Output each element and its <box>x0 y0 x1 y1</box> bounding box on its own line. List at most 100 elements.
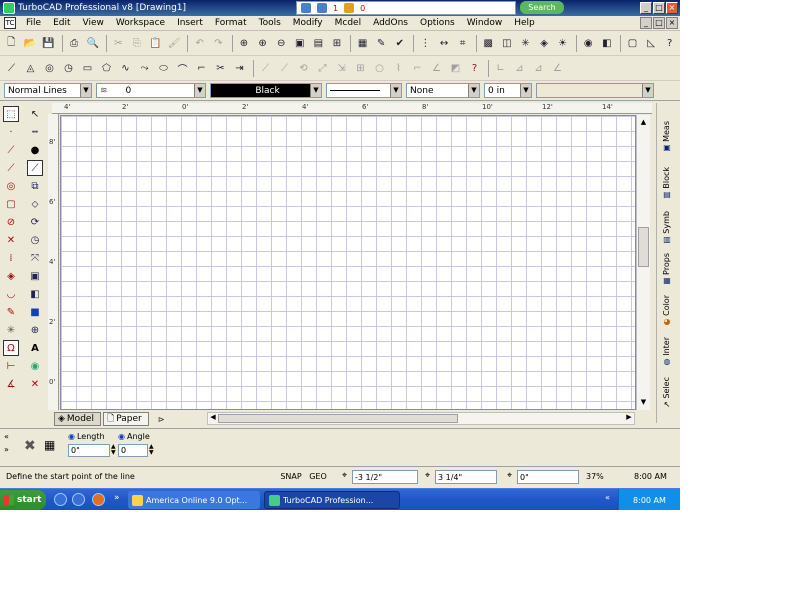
outlook-icon[interactable] <box>72 493 85 506</box>
point-icon[interactable]: · <box>3 124 19 140</box>
menu-window[interactable]: Window <box>461 18 509 28</box>
x-coordinate-field[interactable]: -3 1/2" <box>352 470 418 484</box>
explode-icon[interactable]: ✳ <box>517 35 534 52</box>
view-icon[interactable]: ◧ <box>599 35 616 52</box>
paste-icon[interactable]: 📋 <box>147 35 164 52</box>
edit-icon[interactable]: ✎ <box>3 304 19 320</box>
render-icon[interactable]: ◈ <box>536 35 553 52</box>
copy-icon[interactable]: ⧉ <box>27 178 43 194</box>
node-icon[interactable]: ⬦ <box>27 196 43 212</box>
line-pattern-select[interactable]: ▼ <box>326 83 402 98</box>
cut-icon[interactable]: ✂ <box>110 35 127 52</box>
close-button[interactable]: × <box>666 2 678 14</box>
panel-expand-icon[interactable]: « <box>4 432 9 441</box>
dimension-linear-icon[interactable]: ⊿ <box>530 60 547 77</box>
measure-icon[interactable]: ✕ <box>27 376 43 392</box>
hatch-icon[interactable]: ◈ <box>3 268 19 284</box>
fill-select[interactable]: None ▼ <box>406 83 480 98</box>
search-button[interactable]: Search <box>520 1 564 14</box>
scroll-thumb[interactable] <box>218 414 458 423</box>
group-icon[interactable]: ▣ <box>27 268 43 284</box>
arc-icon[interactable]: ◷ <box>27 232 43 248</box>
polygon-icon[interactable]: ⬠ <box>98 60 115 77</box>
select-icon[interactable]: ⬚ <box>3 106 19 122</box>
chevron-down-icon[interactable]: ▼ <box>80 84 91 97</box>
bezier-icon[interactable]: ⤳ <box>136 60 153 77</box>
dimension-icon[interactable]: ↔ <box>436 35 453 52</box>
document-icon[interactable]: TC <box>4 17 16 29</box>
snap-icon[interactable]: ⌗ <box>454 35 471 52</box>
insert-icon[interactable]: ⊕ <box>27 322 43 338</box>
menu-options[interactable]: Options <box>414 18 461 28</box>
blocks-icon[interactable]: ◫ <box>499 35 516 52</box>
firefox-icon[interactable] <box>92 493 105 506</box>
rotate-icon[interactable]: ⟲ <box>295 60 312 77</box>
scroll-thumb[interactable] <box>638 227 649 267</box>
palette-tab-symbols[interactable]: Symb ▥ <box>659 211 675 245</box>
wall-icon[interactable]: ◡ <box>3 286 19 302</box>
redo-icon[interactable]: ↷ <box>210 35 227 52</box>
scroll-down-icon[interactable]: ▼ <box>638 397 649 408</box>
arc-icon[interactable]: ◷ <box>60 60 77 77</box>
menu-view[interactable]: View <box>77 18 110 28</box>
task-aol[interactable]: America Online 9.0 Opt... <box>128 491 260 509</box>
scroll-left-icon[interactable]: ◀ <box>208 413 218 424</box>
zoom-all-icon[interactable]: ▣ <box>291 35 308 52</box>
menu-insert[interactable]: Insert <box>171 18 209 28</box>
node-edit-icon[interactable]: ∟ <box>492 60 509 77</box>
dots-icon[interactable]: ⁞ <box>3 250 19 266</box>
spline-icon[interactable]: ∿ <box>117 60 134 77</box>
title-bar[interactable]: TurboCAD Professional v8 [Drawing1] 1 0 … <box>0 0 680 16</box>
line-icon[interactable]: ⟋ <box>3 142 19 158</box>
scroll-right-icon[interactable]: ▶ <box>624 413 634 424</box>
tab-model[interactable]: ◈ Model <box>54 412 101 426</box>
angle-input[interactable]: 0 <box>118 444 148 457</box>
dimension-icon[interactable]: ⊢ <box>3 358 19 374</box>
ie-icon[interactable] <box>54 493 67 506</box>
lights-icon[interactable]: ☀ <box>554 35 571 52</box>
polyline-icon[interactable]: ◬ <box>22 60 39 77</box>
menu-modify[interactable]: Modify <box>287 18 329 28</box>
task-turbocad[interactable]: TurboCAD Profession... <box>264 491 400 509</box>
hatch-icon[interactable]: ▩ <box>480 35 497 52</box>
palette-tab-select[interactable]: Selec ↖ <box>659 377 675 410</box>
color-select[interactable]: Black ▼ <box>210 83 322 98</box>
menu-format[interactable]: Format <box>209 18 253 28</box>
clock[interactable]: 8:00 AM <box>633 496 666 505</box>
buddy-icon[interactable] <box>344 3 355 13</box>
transform-icon[interactable]: ⤧ <box>27 250 43 266</box>
layout-icon[interactable]: ▢ <box>624 35 641 52</box>
whats-this-icon[interactable]: ? <box>661 35 678 52</box>
angle-stepper[interactable]: ▲ ▼ <box>149 444 154 456</box>
palette-tab-block[interactable]: Block ▤ <box>659 167 675 200</box>
spell-check-icon[interactable]: ✔ <box>392 35 409 52</box>
rotate-icon[interactable]: ⟳ <box>27 214 43 230</box>
scroll-up-icon[interactable]: ▲ <box>638 117 649 128</box>
print-icon[interactable]: ⎙ <box>66 35 83 52</box>
layout-icon[interactable]: ◺ <box>643 35 660 52</box>
vertical-scrollbar[interactable]: ▲ ▼ <box>636 115 650 410</box>
tray-expand-icon[interactable]: « <box>605 493 610 502</box>
measure-icon[interactable]: ⊿ <box>511 60 528 77</box>
horizontal-scrollbar[interactable]: ◀ ▶ <box>207 412 635 425</box>
rectangle-icon[interactable]: ▢ <box>3 196 19 212</box>
snap-icon[interactable]: Ω <box>3 340 19 356</box>
table-icon[interactable]: ▦ <box>44 438 55 452</box>
angle-icon[interactable]: ∠ <box>428 60 445 77</box>
length-input[interactable]: 0" <box>68 444 110 457</box>
circle-icon[interactable]: ◎ <box>41 60 58 77</box>
trim-icon[interactable]: ✂ <box>212 60 229 77</box>
point-icon[interactable]: ● <box>27 142 43 158</box>
layer-select[interactable]: ≋ 0 ▼ <box>96 83 206 98</box>
aol-icon[interactable] <box>301 3 311 13</box>
zoom-out-icon[interactable]: ⊖ <box>273 35 290 52</box>
block-icon[interactable]: ◧ <box>27 286 43 302</box>
text-icon[interactable]: A <box>27 340 43 356</box>
extra-select[interactable]: ▼ <box>536 83 654 98</box>
people-icon[interactable] <box>317 3 327 13</box>
menu-file[interactable]: File <box>20 18 47 28</box>
chevron-down-icon[interactable]: ▼ <box>642 84 653 97</box>
chamfer-icon[interactable]: ⌐ <box>193 60 210 77</box>
palette-tab-internet[interactable]: Inter ◍ <box>659 337 675 367</box>
menu-model[interactable]: Mcdel <box>329 18 367 28</box>
